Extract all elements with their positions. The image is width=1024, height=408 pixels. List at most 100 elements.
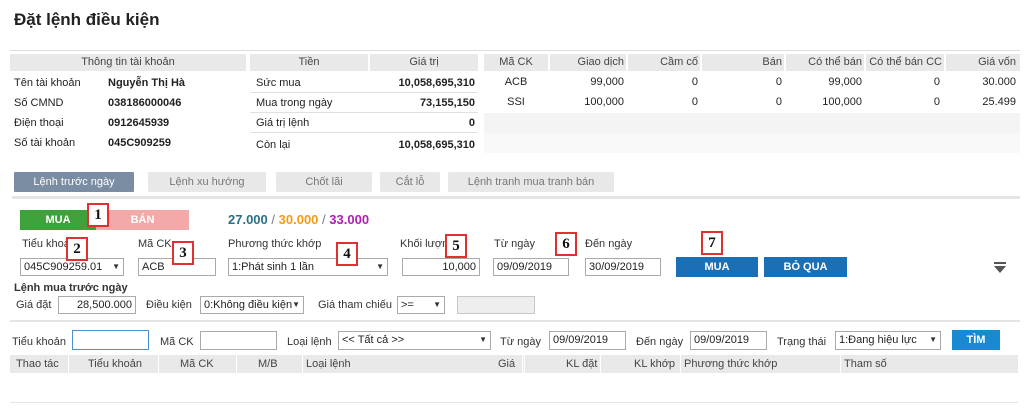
- column-header: Tham số: [844, 358, 887, 370]
- filter-from-date-input[interactable]: 09/09/2019: [549, 331, 626, 350]
- column-header: Phương thức khớp: [684, 358, 778, 370]
- holding-symbol: SSI: [507, 96, 525, 108]
- filter-to-date-input[interactable]: 09/09/2019: [690, 331, 767, 350]
- account-name-value: Nguyễn Thị Hà: [108, 77, 186, 89]
- from-date-label: Từ ngày: [494, 238, 535, 250]
- filter-symbol-input[interactable]: [200, 331, 277, 350]
- volume-input[interactable]: 10,000: [402, 258, 480, 276]
- holdings-header: Bán: [702, 54, 784, 71]
- holding-cell: 0: [933, 96, 940, 108]
- holding-symbol: ACB: [504, 76, 528, 88]
- ceiling-price: 33.000: [329, 212, 370, 227]
- column-header: M/B: [258, 358, 278, 370]
- money-value: 0: [468, 117, 475, 129]
- reference-price: 27.000: [228, 212, 268, 227]
- sell-side-button[interactable]: BÁN: [96, 210, 189, 230]
- results-table-header: Thao tác Tiểu khoản Mã CK M/B Loại lệnh …: [10, 355, 1018, 373]
- holding-cell: 30.000: [982, 76, 1016, 88]
- account-number-label: Số tài khoản: [14, 137, 76, 149]
- holding-cell: 0: [933, 76, 940, 88]
- tab-stop-loss[interactable]: Cắt lỗ: [380, 172, 440, 192]
- money-label: Giá trị lệnh: [256, 117, 310, 129]
- holdings-header: Có thể bán: [786, 54, 864, 71]
- to-date-label: Đến ngày: [585, 238, 633, 250]
- holdings-header: Giá vốn: [946, 54, 1020, 71]
- column-header: Mã CK: [180, 358, 214, 370]
- step-marker-2: 2: [66, 237, 88, 261]
- holding-cell: 100,000: [822, 96, 862, 108]
- money-value: 10,058,695,310: [398, 77, 475, 89]
- reference-price-label: Giá tham chiếu: [318, 299, 392, 311]
- step-marker-4: 4: [336, 242, 358, 266]
- filter-status-select[interactable]: 1:Đang hiệu lực: [835, 331, 941, 350]
- column-header: Thao tác: [16, 358, 59, 370]
- tab-trend-order[interactable]: Lệnh xu hướng: [148, 172, 266, 192]
- money-header: Tiền: [250, 54, 368, 71]
- step-marker-5: 5: [445, 234, 467, 258]
- collapse-icon[interactable]: [993, 262, 1007, 274]
- tab-take-profit[interactable]: Chốt lãi: [276, 172, 372, 192]
- condition-select[interactable]: 0:Không điều kiện: [200, 296, 304, 314]
- account-number-value: 045C909259: [108, 137, 172, 149]
- id-number-label: Số CMND: [14, 97, 64, 109]
- price-summary: 27.000 / 30.000 / 33.000: [228, 212, 370, 227]
- match-method-label: Phương thức khớp: [228, 238, 322, 250]
- account-info-header: Thông tin tài khoản: [10, 54, 246, 71]
- filter-from-date-label: Từ ngày: [500, 336, 541, 348]
- price-label: Giá đặt: [16, 299, 52, 311]
- holdings-header: Giao dịch: [550, 54, 626, 71]
- money-value-header: Giá trị: [370, 54, 478, 71]
- holdings-header: Có thể bán CC: [866, 54, 944, 71]
- column-header: Loại lệnh: [306, 358, 351, 370]
- holdings-header: Mã CK: [484, 54, 548, 71]
- filter-order-type-select[interactable]: << Tất cả >>: [338, 331, 491, 350]
- filter-sub-account-label: Tiểu khoản: [12, 336, 67, 348]
- holdings-header: Cầm cố: [628, 54, 700, 71]
- tab-advance-order[interactable]: Lệnh trước ngày: [14, 172, 134, 192]
- holding-cell: 0: [691, 76, 698, 88]
- holding-cell: 0: [775, 76, 782, 88]
- account-info-panel: Thông tin tài khoản Tên tài khoản Nguyễn…: [10, 50, 1020, 160]
- from-date-input[interactable]: 09/09/2019: [493, 258, 569, 276]
- holding-cell: 99,000: [828, 76, 862, 88]
- filter-order-type-label: Loại lệnh: [287, 336, 332, 348]
- column-header: KL đặt: [566, 358, 598, 370]
- column-header: Giá: [498, 358, 516, 370]
- buy-side-button[interactable]: MUA: [20, 210, 96, 230]
- column-header: Tiểu khoản: [88, 358, 143, 370]
- step-marker-3: 3: [172, 241, 194, 265]
- money-value: 10,058,695,310: [398, 139, 475, 151]
- phone-label: Điện thoại: [14, 117, 64, 129]
- tab-compete-order[interactable]: Lệnh tranh mua tranh bán: [448, 172, 614, 192]
- to-date-input[interactable]: 30/09/2019: [585, 258, 661, 276]
- money-label: Mua trong ngày: [256, 97, 333, 109]
- price-input[interactable]: 28,500.000: [58, 296, 136, 314]
- column-header: KL khớp: [634, 358, 676, 370]
- holding-cell: 99,000: [590, 76, 624, 88]
- id-number-value: 038186000046: [108, 97, 182, 109]
- submit-buy-button[interactable]: MUA: [676, 257, 758, 277]
- holding-cell: 100,000: [584, 96, 624, 108]
- match-method-select[interactable]: 1:Phát sinh 1 lần: [228, 258, 388, 276]
- money-label: Còn lại: [256, 139, 291, 151]
- step-marker-7: 7: [701, 231, 723, 255]
- section-title: Lệnh mua trước ngày: [14, 282, 128, 294]
- condition-label: Điều kiện: [146, 299, 192, 311]
- reference-price-input: [457, 296, 535, 314]
- phone-value: 0912645939: [108, 117, 170, 129]
- filter-sub-account-input[interactable]: [72, 330, 149, 350]
- holding-cell: 0: [691, 96, 698, 108]
- page-title: Đặt lệnh điều kiện: [14, 10, 160, 29]
- symbol-label: Mã CK: [138, 238, 172, 250]
- filter-to-date-label: Đến ngày: [636, 336, 684, 348]
- search-button[interactable]: TÌM: [952, 330, 1000, 350]
- cancel-button[interactable]: BỎ QUA: [764, 257, 847, 277]
- filter-status-label: Trạng thái: [777, 336, 827, 348]
- reference-operator-select[interactable]: >=: [397, 296, 445, 314]
- holding-cell: 0: [775, 96, 782, 108]
- money-value: 73,155,150: [419, 97, 475, 109]
- results-table-body: [10, 373, 1018, 403]
- money-label: Sức mua: [256, 77, 301, 89]
- step-marker-1: 1: [87, 203, 109, 227]
- holding-cell: 25.499: [982, 96, 1016, 108]
